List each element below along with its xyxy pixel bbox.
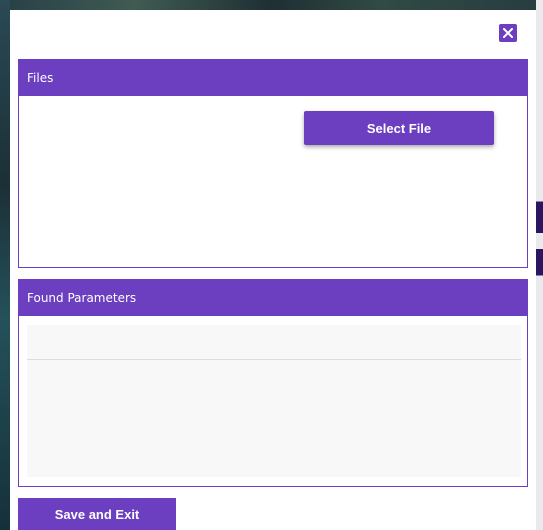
parameters-list[interactable] xyxy=(27,325,521,477)
file-import-dialog: Files Select File Found Parameters Save … xyxy=(10,10,536,530)
found-parameters-header: Found Parameters xyxy=(19,280,527,316)
parameters-list-header-row xyxy=(27,325,521,360)
select-file-button[interactable]: Select File xyxy=(304,111,494,145)
close-icon xyxy=(503,28,513,38)
background-top-strip xyxy=(0,0,543,10)
save-and-exit-button[interactable]: Save and Exit xyxy=(18,498,176,530)
background-right-strip xyxy=(536,0,543,530)
found-parameters-panel: Found Parameters xyxy=(18,279,528,487)
close-button[interactable] xyxy=(499,24,517,42)
files-panel-header: Files xyxy=(19,60,527,96)
background-left-strip xyxy=(0,0,10,530)
files-panel: Files Select File xyxy=(18,59,528,268)
